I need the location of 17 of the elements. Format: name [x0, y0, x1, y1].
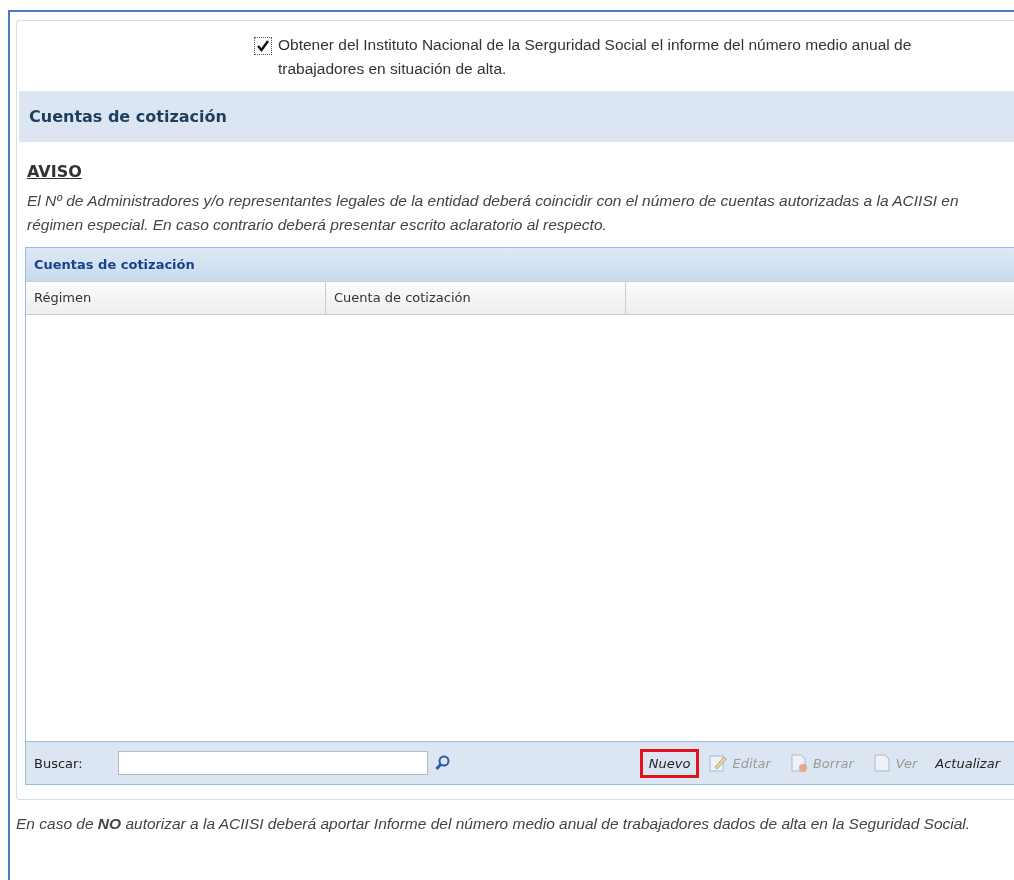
checkbox-label: Obtener del Instituto Nacional de la Serguridad Social el informe del número medio anual de trabajadores en situación de alta. — [278, 35, 913, 79]
pencil-icon — [708, 753, 729, 773]
toolbar-button[interactable]: Actualizar — [929, 751, 1006, 775]
checkbox[interactable] — [254, 37, 272, 55]
toolbar-button[interactable]: Nuevo — [642, 751, 697, 775]
document-icon — [871, 753, 892, 773]
column-header[interactable]: Régimen — [26, 282, 326, 314]
footer-note: En caso de NO autorizar a la ACIISI deberá aportar Informe del número medio anual de trabajadores dados de alta en la Seguridad Social. — [16, 814, 972, 834]
search-field[interactable] — [118, 751, 428, 775]
search-label: Buscar: — [34, 755, 84, 771]
section-header: Cuentas de cotización — [19, 91, 1014, 142]
notice-title: AVISO — [27, 162, 82, 181]
notice-text: El Nº de Administradores y/o representantes legales de la entidad deberá coincidir con el número de cuentas autorizadas a la ACIISI en régimen especial. En caso contrario deberá presentar escrito aclaratorio al respecto. — [27, 191, 960, 235]
grid-title: Cuentas de cotización — [26, 248, 1014, 281]
search-icon[interactable] — [434, 754, 452, 772]
column-header[interactable]: Cuenta de cotización — [326, 282, 626, 314]
document-delete-icon — [788, 753, 809, 773]
